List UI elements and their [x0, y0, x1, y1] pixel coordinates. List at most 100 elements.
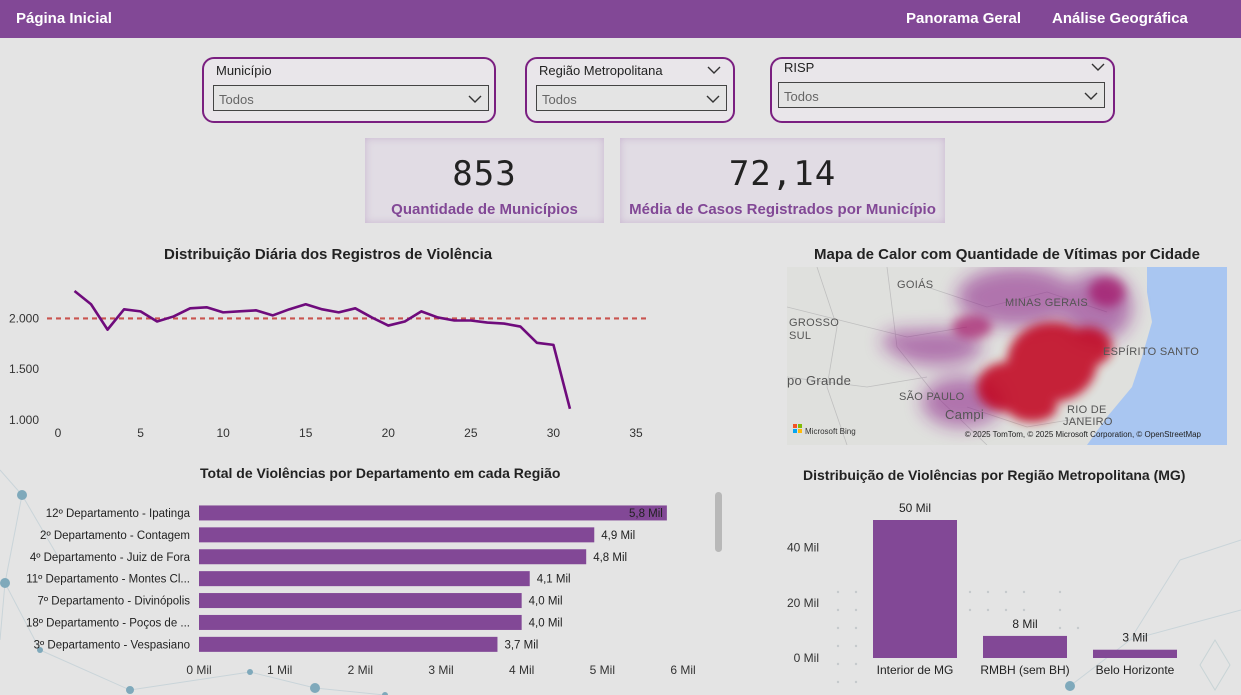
- bar-chart-title: Total de Violências por Departamento em …: [200, 465, 561, 481]
- x-tick-label: 6 Mil: [670, 663, 695, 677]
- heatmap-title: Mapa de Calor com Quantidade de Vítimas …: [814, 246, 1200, 263]
- y-tick-label: 20 Mil: [787, 596, 819, 610]
- map-label: Campi: [945, 407, 985, 422]
- bar: [199, 614, 522, 630]
- map-label: JANEIRO: [1063, 416, 1113, 428]
- map-label: SUL: [789, 330, 812, 342]
- bar: [199, 571, 530, 587]
- municipio-slicer-title: Município: [216, 63, 272, 78]
- data-label: 4,8 Mil: [593, 552, 627, 564]
- map-label: SÃO PAULO: [899, 391, 965, 403]
- nav-geo-analysis-link[interactable]: Análise Geográfica: [1052, 10, 1188, 27]
- metro-region-column-chart: 0 Mil 20 Mil 40 Mil 50 Mil Interior de MG 8 M…: [787, 501, 1177, 677]
- category-label: 4º Departamento - Juiz de Fora: [30, 552, 191, 564]
- y-tick-label: 0 Mil: [794, 651, 819, 665]
- data-label: 3 Mil: [1122, 631, 1147, 645]
- department-bar-chart: 12º Departamento - Ipatinga 5,8 Mil 2º Dep…: [26, 505, 696, 677]
- average-cases-label: Média de Casos Registrados por Município: [629, 201, 936, 218]
- y-tick-label: 1.000: [9, 413, 39, 427]
- x-tick-label: 10: [216, 426, 230, 440]
- category-label: 7º Departamento - Divinópolis: [38, 596, 191, 608]
- column-bar: [873, 520, 957, 658]
- map-bing-logo: Microsoft Bing: [805, 427, 856, 436]
- data-label: 4,0 Mil: [529, 596, 563, 608]
- chevron-down-icon[interactable]: [1091, 63, 1105, 71]
- x-tick-label: 0: [55, 426, 62, 440]
- x-tick-label: 35: [629, 426, 643, 440]
- risp-slicer-title: RISP: [784, 60, 815, 75]
- data-label: 3,7 Mil: [504, 639, 538, 651]
- heatmap-map[interactable]: GOIÁS MINAS GERAIS GROSSO SUL ESPÍRITO S…: [787, 267, 1227, 445]
- category-label: RMBH (sem BH): [980, 663, 1069, 677]
- x-tick-label: 30: [547, 426, 561, 440]
- x-tick-label: 5: [137, 426, 144, 440]
- map-label: ESPÍRITO SANTO: [1103, 346, 1200, 358]
- municipio-dropdown[interactable]: Todos: [213, 85, 489, 111]
- map-label: GROSSO: [789, 317, 840, 329]
- category-label: 3º Departamento - Vespasiano: [34, 639, 190, 651]
- bar: [199, 527, 595, 543]
- risp-selected-value: Todos: [784, 89, 819, 104]
- chevron-down-icon[interactable]: [707, 66, 721, 74]
- data-label: 4,0 Mil: [529, 617, 563, 629]
- regiao-dropdown[interactable]: Todos: [536, 85, 727, 111]
- x-tick-label: 1 Mil: [267, 663, 292, 677]
- x-tick-label: 25: [464, 426, 478, 440]
- x-tick-label: 5 Mil: [590, 663, 615, 677]
- municipio-slicer: Município Todos: [202, 57, 496, 123]
- municipios-count-value: 853: [452, 154, 517, 194]
- x-tick-label: 15: [299, 426, 313, 440]
- y-tick-label: 2.000: [9, 311, 39, 325]
- category-label: 18º Departamento - Poços de ...: [26, 617, 190, 629]
- map-label: GOIÁS: [897, 279, 934, 291]
- data-label: 4,9 Mil: [601, 530, 635, 542]
- regiao-slicer-title: Região Metropolitana: [539, 63, 663, 78]
- map-label: po Grande: [787, 373, 852, 388]
- y-tick-label: 1.500: [9, 362, 39, 376]
- data-label: 4,1 Mil: [537, 574, 571, 586]
- data-label: 8 Mil: [1012, 617, 1037, 631]
- category-label: 12º Departamento - Ipatinga: [46, 508, 191, 520]
- data-label: 50 Mil: [899, 501, 931, 515]
- bar: [199, 505, 667, 521]
- risp-slicer: RISP Todos: [770, 57, 1115, 123]
- x-tick-label: 0 Mil: [186, 663, 211, 677]
- category-label: 2º Departamento - Contagem: [40, 530, 190, 542]
- chevron-down-icon: [1084, 92, 1098, 100]
- line-chart-title: Distribuição Diária dos Registros de Vio…: [164, 246, 493, 263]
- column-bar: [983, 635, 1067, 658]
- regiao-metropolitana-slicer: Região Metropolitana Todos: [525, 57, 735, 123]
- bar-chart-scrollbar[interactable]: [715, 492, 722, 552]
- map-label: RIO DE: [1067, 404, 1107, 416]
- category-label: Interior de MG: [877, 663, 954, 677]
- bar: [199, 549, 587, 565]
- municipio-selected-value: Todos: [219, 92, 254, 107]
- bar: [199, 636, 498, 652]
- average-cases-card: 72,14 Média de Casos Registrados por Mun…: [620, 138, 945, 223]
- x-tick-label: 4 Mil: [509, 663, 534, 677]
- average-cases-value: 72,14: [728, 154, 837, 194]
- category-label: Belo Horizonte: [1096, 663, 1175, 677]
- chevron-down-icon: [468, 95, 482, 103]
- map-attribution[interactable]: © 2025 TomTom, © 2025 Microsoft Corporat…: [965, 430, 1201, 439]
- municipios-count-label: Quantidade de Municípios: [391, 201, 578, 218]
- nav-home-link[interactable]: Página Inicial: [16, 10, 112, 27]
- map-label: MINAS GERAIS: [1005, 297, 1089, 309]
- data-label: 5,8 Mil: [629, 508, 663, 520]
- y-tick-label: 40 Mil: [787, 541, 819, 555]
- x-tick-label: 3 Mil: [428, 663, 453, 677]
- top-navigation-bar: Página Inicial Panorama Geral Análise Ge…: [0, 0, 1241, 38]
- x-tick-label: 20: [382, 426, 396, 440]
- series-line: [73, 290, 572, 410]
- regiao-selected-value: Todos: [542, 92, 577, 107]
- x-tick-label: 2 Mil: [348, 663, 373, 677]
- municipios-count-card: 853 Quantidade de Municípios: [365, 138, 604, 223]
- daily-violence-line-chart: 1.000 1.500 2.000 0 5 10 15 20 25 30 35: [9, 290, 646, 440]
- nav-overview-link[interactable]: Panorama Geral: [906, 10, 1021, 27]
- column-chart-title: Distribuição de Violências por Região Me…: [803, 467, 1186, 483]
- chevron-down-icon: [706, 95, 720, 103]
- bar: [199, 593, 522, 609]
- risp-dropdown[interactable]: Todos: [778, 82, 1105, 108]
- category-label: 11º Departamento - Montes Cl...: [26, 574, 190, 586]
- column-bar: [1093, 649, 1177, 658]
